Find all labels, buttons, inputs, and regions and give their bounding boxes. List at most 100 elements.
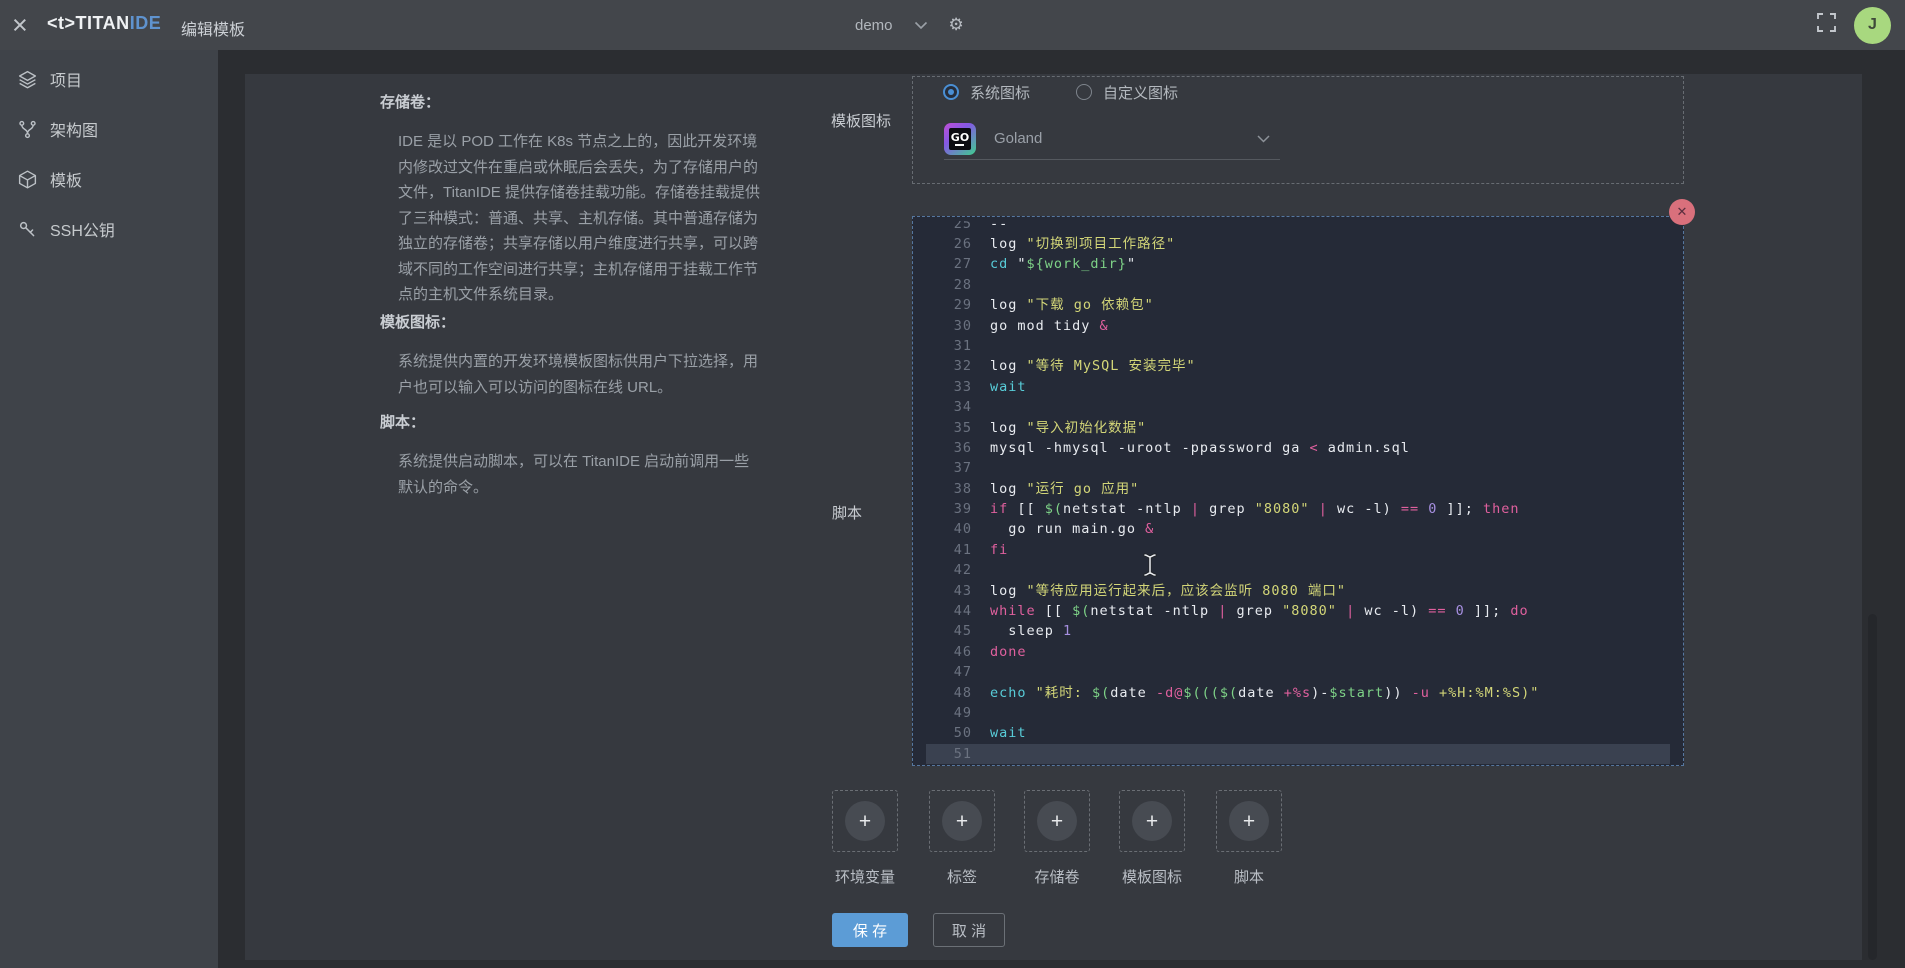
add-button-label: 标签 xyxy=(947,866,977,887)
sidebar-item-模板[interactable]: 模板 xyxy=(0,165,218,193)
add-环境变量-button[interactable]: + xyxy=(832,790,898,852)
radio-label[interactable]: 系统图标 xyxy=(970,82,1030,103)
topbar: × <t>TITANIDE 编辑模板 demo ⚙ J xyxy=(0,0,1905,50)
radio-label[interactable]: 自定义图标 xyxy=(1103,82,1178,103)
workspace-selector[interactable]: demo xyxy=(855,17,893,34)
page-scrollbar[interactable] xyxy=(1868,614,1877,960)
add-存储卷-button[interactable]: + xyxy=(1024,790,1090,852)
goland-icon: GO xyxy=(944,123,976,155)
line-number: 51 xyxy=(913,744,972,764)
add-标签-button[interactable]: + xyxy=(929,790,995,852)
select-value: Goland xyxy=(994,130,1257,147)
line-content xyxy=(972,397,990,417)
radio-系统图标[interactable] xyxy=(943,84,959,100)
line-content xyxy=(972,336,990,356)
plus-icon: + xyxy=(1037,801,1077,841)
line-number: 34 xyxy=(913,397,972,417)
plus-icon: + xyxy=(942,801,982,841)
radio-自定义图标[interactable] xyxy=(1076,84,1092,100)
chevron-down-icon[interactable] xyxy=(914,21,928,30)
line-number: 49 xyxy=(913,703,972,723)
doc-body: 系统提供启动脚本，可以在 TitanIDE 启动前调用一些默认的命令。 xyxy=(380,449,762,500)
code-line: 25-- xyxy=(913,221,1683,234)
line-content xyxy=(972,560,990,580)
save-button[interactable]: 保 存 xyxy=(832,913,908,947)
line-content xyxy=(972,744,990,764)
line-number: 44 xyxy=(913,601,972,621)
gear-icon[interactable]: ⚙ xyxy=(949,15,964,35)
logo-bracket: <t> xyxy=(47,13,76,33)
doc-section: 模板图标：系统提供内置的开发环境模板图标供用户下拉选择，用户也可以输入可以访问的… xyxy=(380,313,775,400)
line-number: 50 xyxy=(913,723,972,743)
line-content: wait xyxy=(972,377,1027,397)
line-content: go mod tidy & xyxy=(972,316,1109,336)
line-content: log "运行 go 应用" xyxy=(972,479,1139,499)
close-icon[interactable]: × xyxy=(12,7,28,43)
icon-type-radio-group: 系统图标 自定义图标 xyxy=(943,79,1178,105)
line-number: 29 xyxy=(913,295,972,315)
code-line: 30go mod tidy & xyxy=(913,316,1683,336)
code-line: 29log "下载 go 依赖包" xyxy=(913,295,1683,315)
line-content: echo "耗时: $(date -d@$((($(date +%s)-$sta… xyxy=(972,683,1539,703)
add-模板图标-button[interactable]: + xyxy=(1119,790,1185,852)
line-number: 28 xyxy=(913,275,972,295)
code-area: 25--26log "切换到项目工作路径"27cd "${work_dir}"2… xyxy=(913,217,1683,764)
add-button-label: 脚本 xyxy=(1234,866,1264,887)
sidebar-item-label: 项目 xyxy=(50,67,82,91)
line-number: 37 xyxy=(913,458,972,478)
code-line: 41fi xyxy=(913,540,1683,560)
line-content xyxy=(972,703,990,723)
template-icon-select[interactable]: GO Goland xyxy=(944,118,1280,160)
script-editor[interactable]: 25--26log "切换到项目工作路径"27cd "${work_dir}"2… xyxy=(912,216,1684,766)
avatar[interactable]: J xyxy=(1854,7,1891,44)
line-content: done xyxy=(972,642,1027,662)
sidebar-item-项目[interactable]: 项目 xyxy=(0,65,218,93)
add-button-label: 模板图标 xyxy=(1122,866,1182,887)
line-number: 31 xyxy=(913,336,972,356)
branch-icon xyxy=(17,119,38,140)
icon-field-label: 模板图标 xyxy=(831,110,891,131)
line-number: 35 xyxy=(913,418,972,438)
line-content: while [[ $(netstat -ntlp | grep "8080" |… xyxy=(972,601,1529,621)
add-模板图标-column: + 模板图标 xyxy=(1119,790,1185,887)
line-content: log "导入初始化数据" xyxy=(972,418,1146,438)
fullscreen-icon[interactable] xyxy=(1816,12,1837,38)
line-number: 42 xyxy=(913,560,972,580)
layers-icon xyxy=(17,69,38,90)
line-content: sleep 1 xyxy=(972,621,1072,641)
sidebar-item-架构图[interactable]: 架构图 xyxy=(0,115,218,143)
line-number: 26 xyxy=(913,234,972,254)
logo-accent: IDE xyxy=(130,13,162,33)
add-脚本-column: + 脚本 xyxy=(1216,790,1282,887)
code-line: 38log "运行 go 应用" xyxy=(913,479,1683,499)
main-panel: 存储卷：IDE 是以 POD 工作在 K8s 节点之上的，因此开发环境内修改过文… xyxy=(245,74,1862,960)
doc-section: 脚本： 系统提供启动脚本，可以在 TitanIDE 启动前调用一些默认的命令。 xyxy=(380,413,775,500)
page-title: 编辑模板 xyxy=(181,16,245,40)
code-line: 32log "等待 MySQL 安装完毕" xyxy=(913,356,1683,376)
code-line: 27cd "${work_dir}" xyxy=(913,254,1683,274)
line-content: -- xyxy=(972,221,1008,227)
code-line: 39if [[ $(netstat -ntlp | grep "8080" | … xyxy=(913,499,1683,519)
sidebar-item-SSH公钥[interactable]: SSH公钥 xyxy=(0,215,218,243)
code-line: 51 xyxy=(913,744,1683,764)
code-line: 31 xyxy=(913,336,1683,356)
cancel-button[interactable]: 取 消 xyxy=(933,913,1005,947)
line-number: 45 xyxy=(913,621,972,641)
line-number: 40 xyxy=(913,519,972,539)
line-number: 38 xyxy=(913,479,972,499)
select-chevron-down-icon[interactable] xyxy=(1257,135,1270,143)
sidebar-item-label: 架构图 xyxy=(50,117,98,141)
cube-icon xyxy=(17,169,38,190)
code-line: 26log "切换到项目工作路径" xyxy=(913,234,1683,254)
add-存储卷-column: +存储卷 xyxy=(1024,790,1090,887)
code-line: 50wait xyxy=(913,723,1683,743)
add-脚本-button[interactable]: + xyxy=(1216,790,1282,852)
line-content: cd "${work_dir}" xyxy=(972,254,1136,274)
doc-heading: 脚本： xyxy=(380,413,775,433)
remove-script-button[interactable]: ✕ xyxy=(1669,199,1695,225)
code-line: 35log "导入初始化数据" xyxy=(913,418,1683,438)
code-line: 37 xyxy=(913,458,1683,478)
app-logo: <t>TITANIDE xyxy=(47,13,161,34)
code-line: 42 xyxy=(913,560,1683,580)
line-content: mysql -hmysql -uroot -ppassword ga < adm… xyxy=(972,438,1410,458)
